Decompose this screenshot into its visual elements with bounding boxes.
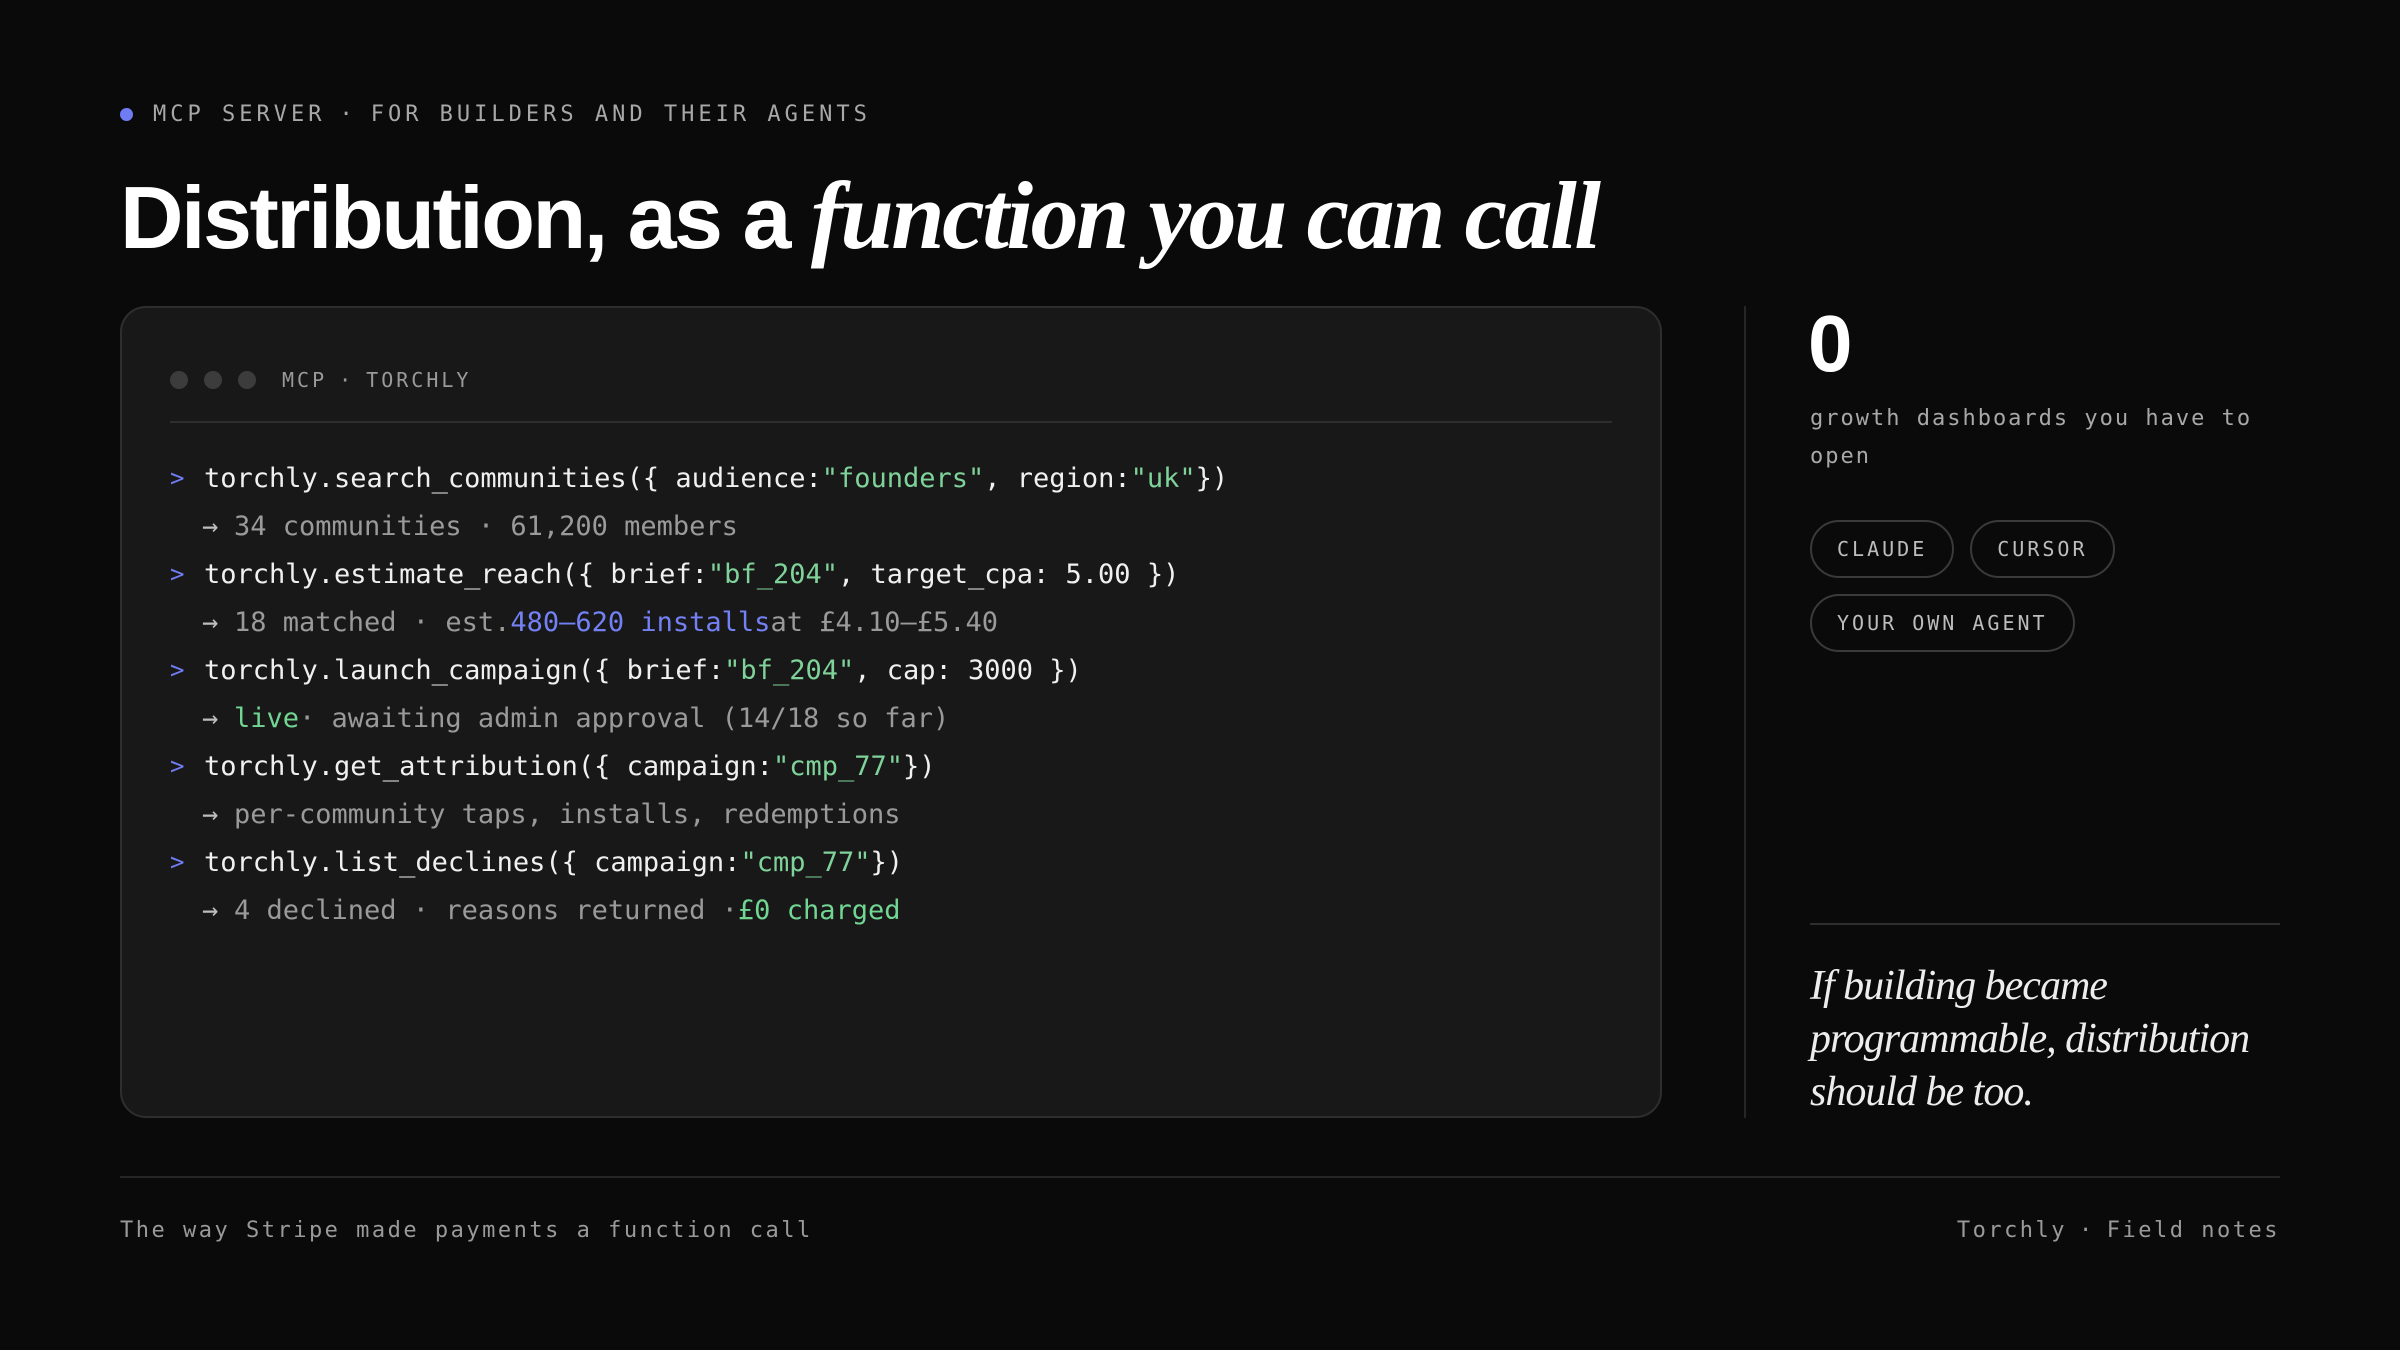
result-line: → 4 declined · reasons returned · £0 cha…: [170, 886, 1612, 934]
command-text: , region:: [984, 462, 1131, 494]
footer-tagline: The way Stripe made payments a function …: [120, 1218, 813, 1243]
page-title-italic: function you can call: [810, 162, 1601, 269]
command-text: torchly.list_declines({ campaign:: [204, 846, 741, 878]
command-string: "bf_204": [724, 654, 855, 686]
terminal-title-right: TORCHLY: [366, 368, 472, 392]
page-title: Distribution, as a function you can call: [120, 160, 1601, 270]
footer-brand-name: Torchly: [1956, 1218, 2068, 1243]
command-string: "founders": [821, 462, 985, 494]
prompt-icon: >: [170, 560, 185, 588]
command-text: torchly.launch_campaign({ brief:: [204, 654, 725, 686]
chip-row: CLAUDE CURSOR: [1810, 520, 2290, 578]
terminal-title-separator: ·: [339, 368, 355, 392]
arrow-right-icon: →: [202, 510, 219, 542]
command-string: "bf_204": [707, 558, 838, 590]
window-dot-icon: [204, 371, 222, 389]
result-highlight: £0 charged: [737, 894, 901, 926]
eyebrow-sublabel: FOR BUILDERS AND THEIR AGENTS: [370, 101, 871, 127]
footer-divider: [120, 1176, 2280, 1178]
command-line: > torchly.launch_campaign({ brief: "bf_2…: [170, 646, 1612, 694]
chip-row: YOUR OWN AGENT: [1810, 594, 2290, 652]
result-line: → live · awaiting admin approval (14/18 …: [170, 694, 1612, 742]
chip-cursor: CURSOR: [1970, 520, 2115, 578]
footer-brand: Torchly · Field notes: [1957, 1218, 2280, 1243]
terminal-window: MCP · TORCHLY > torchly.search_communities…: [120, 306, 1662, 1118]
result-text: · awaiting admin approval (14/18 so far): [299, 702, 950, 734]
command-text: , target_cpa: 5.00 }): [837, 558, 1180, 590]
stat-number: 0: [1808, 299, 1853, 388]
result-text: at £4.10–£5.40: [770, 606, 999, 638]
agent-chips: CLAUDE CURSOR YOUR OWN AGENT: [1810, 520, 2290, 668]
result-text: 34 communities · 61,200 members: [234, 510, 738, 542]
accent-dot-icon: [120, 107, 133, 121]
command-text: , cap: 3000 }): [854, 654, 1082, 686]
quote-divider: [1810, 923, 2280, 925]
command-line: > torchly.estimate_reach({ brief: "bf_20…: [170, 550, 1612, 598]
window-dot-icon: [238, 371, 256, 389]
result-line: → per-community taps, installs, redempti…: [170, 790, 1612, 838]
prompt-icon: >: [170, 656, 185, 684]
result-text: 18 matched · est.: [234, 606, 511, 638]
terminal-divider: [170, 421, 1612, 423]
command-line: > torchly.list_declines({ campaign: "cmp…: [170, 838, 1612, 886]
arrow-right-icon: →: [202, 702, 219, 734]
prompt-icon: >: [170, 752, 185, 780]
command-string: "uk": [1130, 462, 1196, 494]
command-text: torchly.search_communities({ audience:: [204, 462, 822, 494]
terminal-output: > torchly.search_communities({ audience:…: [170, 454, 1612, 934]
terminal-header: MCP · TORCHLY: [170, 358, 1612, 402]
result-text: 4 declined · reasons returned ·: [234, 894, 738, 926]
eyebrow-label: MCP SERVER: [153, 101, 326, 127]
chip-claude: CLAUDE: [1810, 520, 1955, 578]
stat-label: growth dashboards you have to open: [1810, 406, 2253, 469]
pull-quote: If building became programmable, distrib…: [1810, 963, 2250, 1115]
eyebrow-separator: ·: [339, 101, 357, 127]
command-line: > torchly.get_attribution({ campaign: "c…: [170, 742, 1612, 790]
prompt-icon: >: [170, 848, 185, 876]
result-line: → 34 communities · 61,200 members: [170, 502, 1612, 550]
command-text: torchly.get_attribution({ campaign:: [204, 750, 773, 782]
command-line: > torchly.search_communities({ audience:…: [170, 454, 1612, 502]
prompt-icon: >: [170, 464, 185, 492]
terminal-title: MCP · TORCHLY: [282, 368, 471, 392]
result-text: per-community taps, installs, redemption…: [234, 798, 901, 830]
arrow-right-icon: →: [202, 894, 219, 926]
footer-section: Field notes: [2106, 1218, 2280, 1243]
command-text: }): [1195, 462, 1229, 494]
command-string: "cmp_77": [772, 750, 903, 782]
chip-your-own-agent: YOUR OWN AGENT: [1810, 594, 2075, 652]
command-text: torchly.estimate_reach({ brief:: [204, 558, 708, 590]
command-text: }): [870, 846, 903, 878]
column-divider: [1744, 306, 1746, 1118]
command-string: "cmp_77": [740, 846, 871, 878]
window-dot-icon: [170, 371, 188, 389]
footer-separator: ·: [2079, 1218, 2095, 1243]
command-text: }): [903, 750, 936, 782]
eyebrow: MCP SERVER · FOR BUILDERS AND THEIR AGEN…: [120, 99, 871, 129]
arrow-right-icon: →: [202, 606, 219, 638]
result-highlight: 480–620 installs: [510, 606, 771, 638]
arrow-right-icon: →: [202, 798, 219, 830]
terminal-title-left: MCP: [282, 368, 328, 392]
status-live: live: [234, 702, 300, 734]
result-line: → 18 matched · est. 480–620 installs at …: [170, 598, 1612, 646]
page-title-plain: Distribution, as a: [120, 168, 791, 267]
